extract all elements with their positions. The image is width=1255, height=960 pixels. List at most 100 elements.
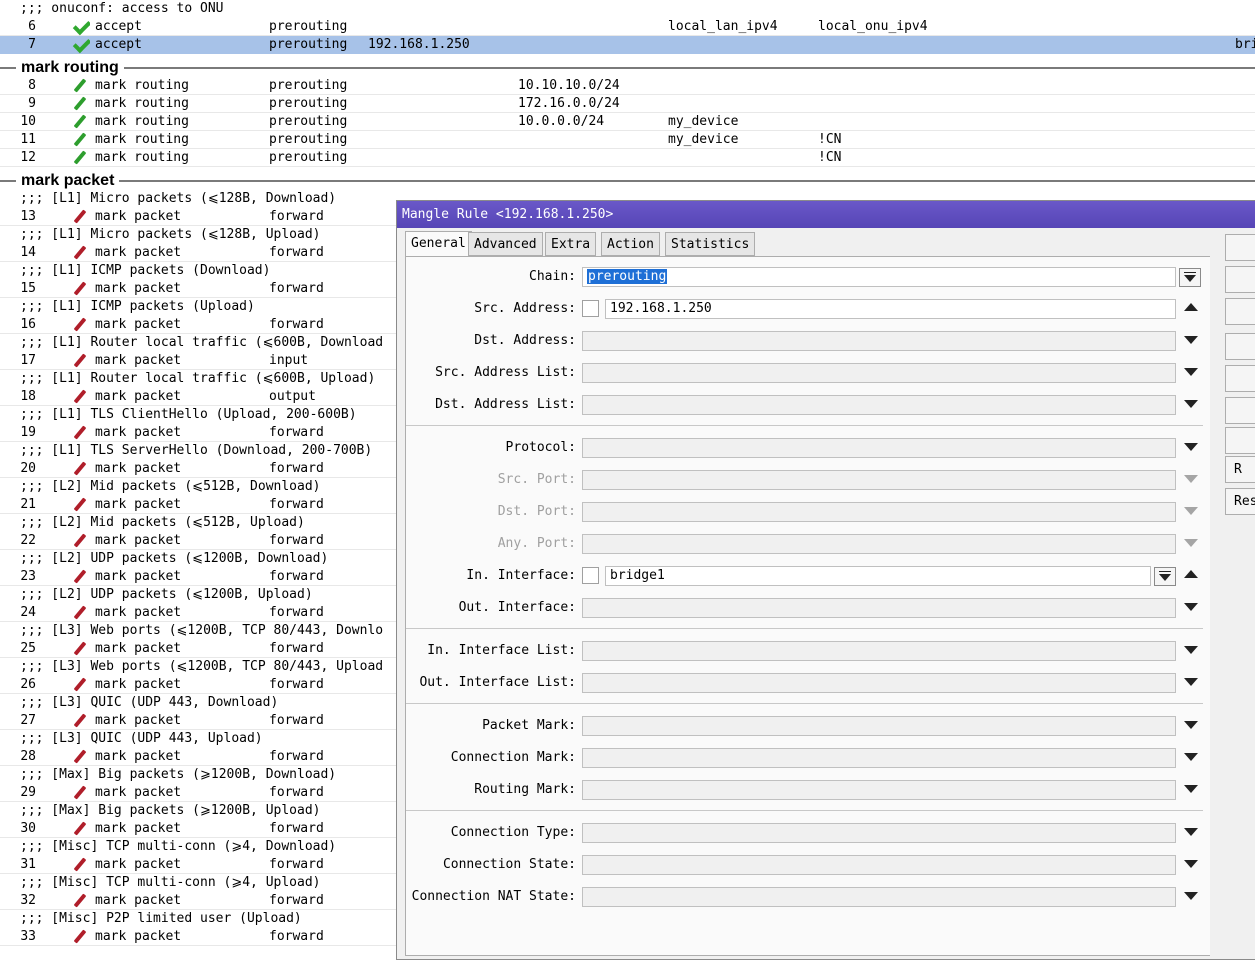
- expand-down-icon[interactable]: [1184, 678, 1198, 686]
- in-interface-dropdown-icon[interactable]: [1154, 567, 1176, 586]
- rule-action: mark routing: [95, 132, 189, 147]
- remove-button[interactable]: [1225, 427, 1255, 454]
- rule-action: mark packet: [95, 569, 182, 584]
- in-interface-list-input[interactable]: [582, 641, 1176, 661]
- expand-down-icon[interactable]: [1184, 443, 1198, 451]
- ok-button[interactable]: [1225, 234, 1255, 261]
- in-interface-input[interactable]: bridge1: [605, 566, 1151, 586]
- dst-port-label: Dst. Port:: [497, 504, 576, 519]
- pencil-icon: [72, 892, 90, 910]
- table-row-selected[interactable]: 7 accept prerouting 192.168.1.250 bri: [0, 36, 1255, 54]
- table-row[interactable]: 8 mark routing prerouting 10.10.10.0/24: [0, 77, 1255, 95]
- expand-down-icon[interactable]: [1184, 646, 1198, 654]
- general-tab-panel: Chain: prerouting Src. Address: 192.168.…: [405, 256, 1210, 956]
- pencil-icon: [72, 149, 90, 167]
- tab-general[interactable]: General: [405, 231, 472, 257]
- protocol-input[interactable]: [582, 438, 1176, 458]
- rule-comment-row[interactable]: ;;; onuconf: access to ONU: [0, 0, 1255, 18]
- pencil-icon: [72, 316, 90, 334]
- protocol-label: Protocol:: [505, 440, 576, 455]
- in-interface-negate-checkbox[interactable]: [582, 567, 599, 584]
- out-interface-input[interactable]: [582, 598, 1176, 618]
- dst-address-list-input[interactable]: [582, 395, 1176, 415]
- expand-down-icon[interactable]: [1184, 828, 1198, 836]
- expand-down-icon[interactable]: [1184, 860, 1198, 868]
- mangle-rule-dialog[interactable]: Mangle Rule <192.168.1.250> General Adva…: [396, 200, 1255, 960]
- src-address-list-field: Src. Address List:: [406, 362, 1206, 384]
- expand-down-icon[interactable]: [1184, 603, 1198, 611]
- rule-number: 9: [28, 96, 36, 111]
- collapse-up-icon[interactable]: [1184, 570, 1198, 578]
- rule-chain: forward: [269, 605, 324, 620]
- tab-advanced[interactable]: Advanced: [468, 232, 543, 256]
- disable-button[interactable]: [1225, 333, 1255, 360]
- rule-action: mark routing: [95, 114, 189, 129]
- copy-button[interactable]: [1225, 397, 1255, 424]
- any-port-input: [582, 534, 1176, 554]
- rule-number: 7: [28, 37, 36, 52]
- rule-chain: forward: [269, 209, 324, 224]
- packet-mark-input[interactable]: [582, 716, 1176, 736]
- dst-address-input[interactable]: [582, 331, 1176, 351]
- table-row[interactable]: 11 mark routing prerouting my_device !CN: [0, 131, 1255, 149]
- src-address-negate-checkbox[interactable]: [582, 300, 599, 317]
- src-port-field: Src. Port:: [406, 469, 1206, 491]
- connection-state-input[interactable]: [582, 855, 1176, 875]
- rule-chain: output: [269, 389, 316, 404]
- pencil-icon: [72, 208, 90, 226]
- table-row[interactable]: 12 mark routing prerouting !CN: [0, 149, 1255, 167]
- rule-chain: forward: [269, 857, 324, 872]
- tab-extra[interactable]: Extra: [545, 232, 597, 256]
- expand-down-icon[interactable]: [1184, 753, 1198, 761]
- dialog-title-bar[interactable]: Mangle Rule <192.168.1.250>: [397, 201, 1255, 228]
- src-address-label: Src. Address:: [474, 301, 576, 316]
- src-address-input[interactable]: 192.168.1.250: [605, 299, 1176, 319]
- chain-field: Chain: prerouting: [406, 266, 1206, 288]
- reset-counters-button[interactable]: R: [1225, 456, 1255, 483]
- rule-src-list: my_device: [668, 132, 739, 147]
- tab-statistics[interactable]: Statistics: [665, 232, 756, 256]
- pencil-icon: [72, 784, 90, 802]
- tab-action[interactable]: Action: [601, 232, 660, 256]
- comment-button[interactable]: [1225, 365, 1255, 392]
- src-address-list-input[interactable]: [582, 363, 1176, 383]
- rule-chain: forward: [269, 929, 324, 944]
- connection-type-input[interactable]: [582, 823, 1176, 843]
- connection-state-field: Connection State:: [406, 854, 1206, 876]
- table-row[interactable]: 6 accept prerouting local_lan_ipv4 local…: [0, 18, 1255, 36]
- expand-down-icon[interactable]: [1184, 892, 1198, 900]
- reset-all-counters-button[interactable]: Res: [1225, 488, 1255, 515]
- out-interface-list-input[interactable]: [582, 673, 1176, 693]
- pencil-icon: [72, 532, 90, 550]
- apply-button[interactable]: [1225, 298, 1255, 325]
- rule-src-address: [368, 77, 513, 95]
- expand-down-icon[interactable]: [1184, 336, 1198, 344]
- routing-mark-input[interactable]: [582, 780, 1176, 800]
- collapse-up-icon[interactable]: [1184, 303, 1198, 311]
- expand-down-icon[interactable]: [1184, 721, 1198, 729]
- expand-down-icon[interactable]: [1184, 400, 1198, 408]
- chain-input[interactable]: prerouting: [582, 267, 1176, 287]
- table-row[interactable]: 10 mark routing prerouting 10.0.0.0/24 my_de…: [0, 113, 1255, 131]
- divider: [406, 628, 1203, 629]
- expand-down-icon[interactable]: [1184, 368, 1198, 376]
- rule-number: 32: [20, 893, 36, 908]
- in-interface-field: In. Interface: bridge1: [406, 565, 1206, 587]
- rule-number: 10: [20, 114, 36, 129]
- rule-action: mark packet: [95, 785, 182, 800]
- rule-src-address: [368, 149, 513, 167]
- expand-down-icon[interactable]: [1184, 785, 1198, 793]
- pencil-icon: [72, 640, 90, 658]
- rule-dst-list: [818, 77, 958, 95]
- rule-chain: prerouting: [269, 132, 348, 147]
- chain-dropdown-icon[interactable]: [1179, 268, 1201, 287]
- connection-mark-input[interactable]: [582, 748, 1176, 768]
- rule-chain: forward: [269, 425, 324, 440]
- rule-number: 8: [28, 78, 36, 93]
- connection-nat-state-input[interactable]: [582, 887, 1176, 907]
- rule-in-interface: bri: [1235, 37, 1255, 52]
- pencil-icon: [72, 460, 90, 478]
- in-interface-list-label: In. Interface List:: [427, 643, 576, 658]
- table-row[interactable]: 9 mark routing prerouting 172.16.0.0/24: [0, 95, 1255, 113]
- cancel-button[interactable]: [1225, 266, 1255, 293]
